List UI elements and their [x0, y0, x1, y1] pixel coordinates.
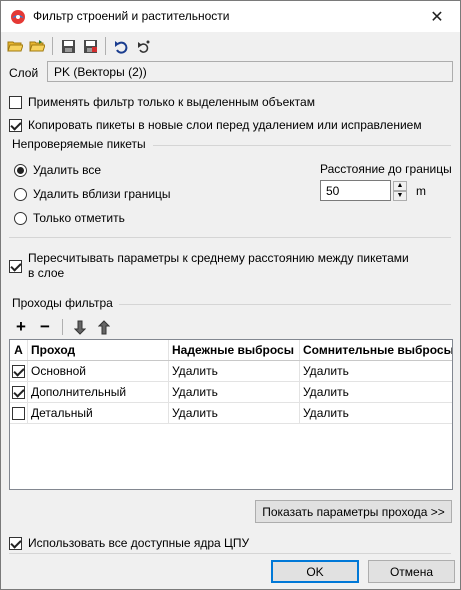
save-icon	[61, 39, 75, 53]
distance-label: Расстояние до границы	[320, 162, 452, 176]
close-button[interactable]: ✕	[414, 1, 460, 32]
arrow-down-icon	[74, 320, 86, 335]
active-cell	[10, 382, 28, 402]
toolbar-separator	[105, 37, 106, 55]
open-folder-icon	[7, 41, 23, 52]
save-as-icon	[83, 39, 97, 53]
move-down-button[interactable]	[71, 318, 89, 336]
use-all-cores-checkbox[interactable]	[9, 536, 22, 550]
distance-input[interactable]: 50	[320, 180, 391, 201]
table-header: A Проход Надежные выбросы Сомнительные в…	[10, 340, 452, 361]
copy-points-checkbox[interactable]	[9, 118, 22, 132]
recalc-option[interactable]: Пересчитывать параметры к среднему расст…	[9, 251, 409, 281]
spin-up-button[interactable]: ▲	[393, 180, 407, 191]
open-append-button[interactable]	[27, 36, 47, 56]
table-row[interactable]: Дополнительный Удалить Удалить	[10, 382, 452, 403]
active-checkbox[interactable]	[12, 406, 25, 420]
radio-mark-only[interactable]: Только отметить	[14, 211, 125, 225]
filter-dialog: Фильтр строений и растительности ✕ Слой …	[0, 0, 461, 590]
layer-field: PK (Векторы (2))	[47, 61, 453, 82]
cancel-button[interactable]: Отмена	[368, 560, 455, 583]
layer-label: Слой	[9, 66, 39, 80]
recalc-label-line1: Пересчитывать параметры к среднему расст…	[28, 251, 409, 265]
pass-name-cell[interactable]: Дополнительный	[28, 382, 169, 402]
active-cell	[10, 361, 28, 381]
unverified-group-title: Непроверяемые пикеты	[12, 137, 146, 151]
use-all-cores-option[interactable]: Использовать все доступные ядра ЦПУ	[9, 536, 249, 550]
window-title: Фильтр строений и растительности	[33, 9, 230, 23]
radio-label: Только отметить	[33, 211, 125, 225]
open-button[interactable]	[5, 36, 25, 56]
radio-button[interactable]	[14, 163, 27, 177]
radio-label: Удалить все	[33, 163, 102, 177]
passes-table: A Проход Надежные выбросы Сомнительные в…	[9, 339, 453, 490]
doubtful-cell[interactable]: Удалить	[300, 403, 452, 423]
arrow-up-icon	[98, 319, 110, 334]
pass-name-cell[interactable]: Детальный	[28, 403, 169, 423]
toolbar-separator	[62, 319, 63, 335]
group-divider	[119, 304, 451, 305]
apply-selected-label: Применять фильтр только к выделенным объ…	[28, 95, 315, 109]
radio-delete-all[interactable]: Удалить все	[14, 163, 101, 177]
doubtful-cell[interactable]: Удалить	[300, 382, 452, 402]
recalc-label: Пересчитывать параметры к среднему расст…	[28, 251, 409, 281]
group-divider	[153, 145, 451, 146]
column-header-active[interactable]: A	[10, 340, 28, 360]
apply-selected-checkbox[interactable]	[9, 95, 22, 109]
triangle-down-icon: ▼	[396, 192, 404, 199]
radio-button[interactable]	[14, 211, 27, 225]
distance-spinbox: 50 ▲ ▼ m	[320, 180, 426, 201]
title-bar: Фильтр строений и растительности ✕	[1, 1, 460, 32]
recalc-checkbox[interactable]	[9, 260, 22, 273]
undo-all-icon	[137, 40, 149, 53]
reliable-cell[interactable]: Удалить	[169, 403, 300, 423]
minus-icon: −	[40, 317, 50, 336]
save-as-button[interactable]	[80, 36, 100, 56]
reliable-cell[interactable]: Удалить	[169, 361, 300, 381]
recalc-label-line2: в слое	[28, 266, 65, 280]
open-folder-arrow-icon	[29, 40, 45, 52]
undo-icon	[114, 40, 127, 54]
column-header-doubtful[interactable]: Сомнительные выбросы	[300, 340, 452, 360]
table-row[interactable]: Детальный Удалить Удалить	[10, 403, 452, 424]
group-divider	[9, 553, 451, 554]
reliable-cell[interactable]: Удалить	[169, 382, 300, 402]
copy-points-option[interactable]: Копировать пикеты в новые слои перед уда…	[9, 118, 422, 132]
spin-arrows: ▲ ▼	[393, 180, 407, 201]
active-checkbox[interactable]	[12, 364, 25, 378]
save-button[interactable]	[58, 36, 78, 56]
active-checkbox[interactable]	[12, 385, 25, 399]
close-icon: ✕	[430, 8, 444, 26]
radio-delete-near-border[interactable]: Удалить вблизи границы	[14, 187, 171, 201]
group-divider	[9, 237, 451, 238]
toolbar-separator	[52, 37, 53, 55]
passes-toolbar: + −	[12, 317, 113, 336]
show-pass-params-button[interactable]: Показать параметры прохода >>	[255, 500, 452, 523]
remove-pass-button[interactable]: −	[36, 317, 54, 336]
ok-button[interactable]: OK	[271, 560, 359, 583]
column-header-pass[interactable]: Проход	[28, 340, 169, 360]
triangle-up-icon: ▲	[396, 182, 404, 189]
app-logo-icon	[11, 10, 25, 24]
spin-down-button[interactable]: ▼	[393, 190, 407, 201]
active-cell	[10, 403, 28, 423]
distance-unit: m	[416, 183, 426, 198]
pass-name-cell[interactable]: Основной	[28, 361, 169, 381]
table-row[interactable]: Основной Удалить Удалить	[10, 361, 452, 382]
undo-button[interactable]	[111, 36, 131, 56]
radio-label: Удалить вблизи границы	[33, 187, 171, 201]
use-all-cores-label: Использовать все доступные ядра ЦПУ	[28, 536, 250, 550]
move-up-button[interactable]	[95, 318, 113, 336]
undo-all-button[interactable]	[133, 36, 153, 56]
apply-selected-option[interactable]: Применять фильтр только к выделенным объ…	[9, 95, 315, 109]
add-pass-button[interactable]: +	[12, 317, 30, 336]
column-header-reliable[interactable]: Надежные выбросы	[169, 340, 300, 360]
toolbar	[5, 35, 153, 57]
radio-button[interactable]	[14, 187, 27, 201]
copy-points-label: Копировать пикеты в новые слои перед уда…	[28, 118, 422, 132]
plus-icon: +	[16, 317, 26, 336]
passes-group-title: Проходы фильтра	[12, 296, 113, 310]
doubtful-cell[interactable]: Удалить	[300, 361, 452, 381]
